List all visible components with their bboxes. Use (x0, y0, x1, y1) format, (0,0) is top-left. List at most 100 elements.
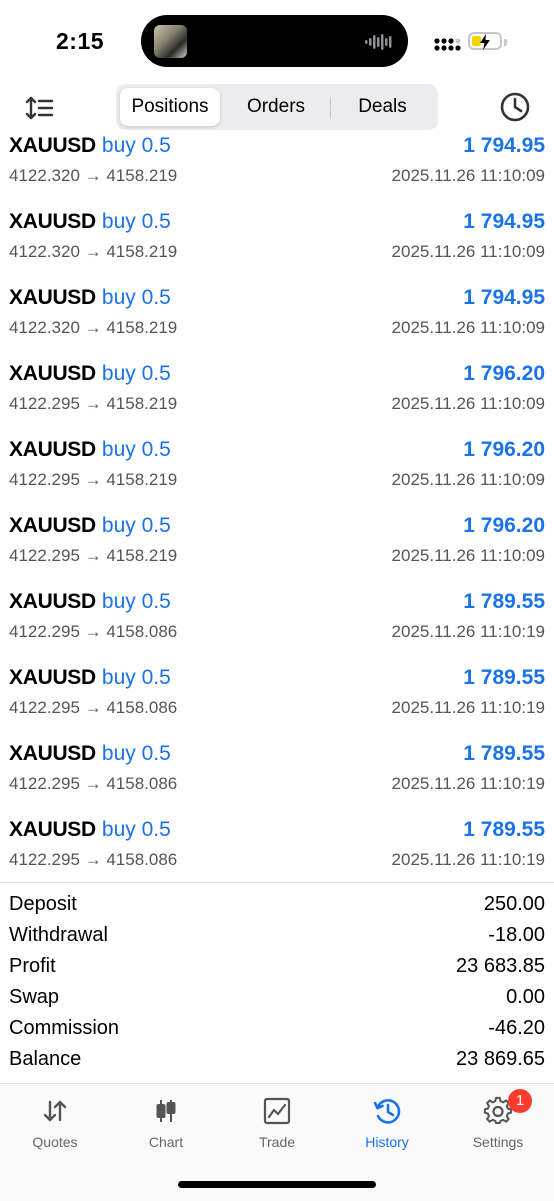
deal-prices: 4122.295 → 4158.086 (9, 698, 178, 717)
battery-icon (468, 32, 502, 50)
account-summary: Deposit 250.00 Withdrawal -18.00 Profit … (0, 893, 554, 1079)
deal-prices: 4122.320 → 4158.219 (9, 166, 178, 185)
history-icon (373, 1099, 401, 1124)
deal-row[interactable]: XAUUSD buy 0.5 1 794.95 4122.320 → 4158.2… (0, 134, 554, 206)
deal-symbol: XAUUSD (9, 438, 96, 461)
sort-button[interactable] (24, 92, 56, 124)
deal-time: 2025.11.26 11:10:19 (391, 622, 545, 641)
deal-prices: 4122.320 → 4158.219 (9, 318, 178, 337)
deal-time: 2025.11.26 11:10:19 (391, 698, 545, 717)
deal-profit: 1 789.55 (463, 666, 545, 689)
deal-side: buy 0.5 (101, 590, 171, 613)
tab-quotes[interactable]: Quotes (0, 1084, 110, 1154)
deal-time: 2025.11.26 11:10:09 (391, 394, 545, 413)
deal-side: buy 0.5 (101, 514, 171, 537)
deal-prices: 4122.295 → 4158.086 (9, 774, 178, 793)
tab-deals[interactable]: Deals (331, 88, 434, 126)
deal-prices: 4122.295 → 4158.219 (9, 394, 178, 413)
deal-profit: 1 794.95 (463, 286, 545, 309)
tab-label: Settings (472, 1134, 524, 1150)
deal-symbol: XAUUSD (9, 134, 96, 157)
trade-icon (263, 1097, 291, 1125)
tab-chart[interactable]: Chart (111, 1084, 221, 1154)
chart-icon (156, 1100, 176, 1122)
deal-profit: 1 796.20 (463, 362, 545, 385)
tab-label: Quotes (32, 1134, 78, 1150)
deal-side: buy 0.5 (101, 362, 171, 385)
deal-time: 2025.11.26 11:10:09 (391, 318, 545, 337)
deal-row[interactable]: XAUUSD buy 0.5 1 794.95 4122.320 → 4158.2… (0, 206, 554, 282)
deal-row[interactable]: XAUUSD buy 0.5 1 796.20 4122.295 → 4158.2… (0, 510, 554, 586)
summary-value: -18.00 (488, 924, 545, 946)
summary-divider (0, 882, 554, 883)
deal-symbol: XAUUSD (9, 210, 96, 233)
tab-orders[interactable]: Orders (223, 88, 329, 126)
status-indicators (432, 30, 512, 56)
summary-row-commission: Commission -46.20 (0, 1017, 554, 1048)
summary-label: Commission (9, 1017, 120, 1039)
signal-icon (434, 38, 461, 51)
deal-row[interactable]: XAUUSD buy 0.5 1 789.55 4122.295 → 4158.0… (0, 814, 554, 890)
deal-side: buy 0.5 (101, 818, 171, 841)
tab-label: Chart (148, 1134, 184, 1150)
deal-prices: 4122.295 → 4158.219 (9, 546, 178, 565)
now-playing-artwork (154, 25, 187, 58)
deal-row[interactable]: XAUUSD buy 0.5 1 789.55 4122.295 → 4158.0… (0, 586, 554, 662)
summary-row-deposit: Deposit 250.00 (0, 893, 554, 924)
deal-symbol: XAUUSD (9, 742, 96, 765)
deal-time: 2025.11.26 11:10:09 (391, 546, 545, 565)
deal-row[interactable]: XAUUSD buy 0.5 1 794.95 4122.320 → 4158.2… (0, 282, 554, 358)
deal-time: 2025.11.26 11:10:19 (391, 850, 545, 869)
summary-value: 250.00 (483, 893, 545, 915)
deal-symbol: XAUUSD (9, 286, 96, 309)
summary-value: 23 869.65 (456, 1048, 545, 1070)
deal-side: buy 0.5 (101, 134, 171, 157)
deal-symbol: XAUUSD (9, 362, 96, 385)
deal-row[interactable]: XAUUSD buy 0.5 1 796.20 4122.295 → 4158.2… (0, 434, 554, 510)
deal-profit: 1 789.55 (463, 818, 545, 841)
battery-nub (504, 39, 507, 46)
deal-profit: 1 796.20 (463, 514, 545, 537)
deal-profit: 1 794.95 (463, 210, 545, 233)
summary-label: Deposit (9, 893, 77, 915)
dynamic-island[interactable] (141, 15, 408, 67)
summary-label: Profit (9, 955, 56, 977)
summary-value: -46.20 (488, 1017, 545, 1039)
deal-symbol: XAUUSD (9, 818, 96, 841)
deal-profit: 1 796.20 (463, 438, 545, 461)
deal-prices: 4122.320 → 4158.219 (9, 242, 178, 261)
summary-row-profit: Profit 23 683.85 (0, 955, 554, 986)
tab-positions[interactable]: Positions (120, 88, 220, 126)
tab-trade[interactable]: Trade (222, 1084, 332, 1154)
deal-prices: 4122.295 → 4158.086 (9, 850, 178, 869)
deal-time: 2025.11.26 11:10:19 (391, 774, 545, 793)
deal-row[interactable]: XAUUSD buy 0.5 1 796.20 4122.295 → 4158.2… (0, 358, 554, 434)
history-header: Positions Orders Deals (0, 84, 554, 134)
deal-symbol: XAUUSD (9, 514, 96, 537)
sort-icon (25, 96, 54, 120)
deal-row[interactable]: XAUUSD buy 0.5 1 789.55 4122.295 → 4158.0… (0, 738, 554, 814)
deal-side: buy 0.5 (101, 210, 171, 233)
deal-symbol: XAUUSD (9, 590, 96, 613)
summary-label: Balance (9, 1048, 82, 1070)
deal-prices: 4122.295 → 4158.086 (9, 622, 178, 641)
summary-row-swap: Swap 0.00 (0, 986, 554, 1017)
deal-profit: 1 789.55 (463, 742, 545, 765)
deal-profit: 1 789.55 (463, 590, 545, 613)
tab-settings[interactable]: Settings (443, 1084, 553, 1154)
charging-bolt-icon (480, 34, 490, 50)
summary-row-balance: Balance 23 869.65 (0, 1048, 554, 1079)
deal-side: buy 0.5 (101, 666, 171, 689)
summary-row-withdrawal: Withdrawal -18.00 (0, 924, 554, 955)
home-indicator[interactable] (178, 1181, 376, 1188)
tab-history[interactable]: History (332, 1084, 442, 1154)
segmented-control: Positions Orders Deals (116, 84, 438, 130)
deals-list: XAUUSD buy 0.5 1 794.95 4122.320 → 4158.2… (0, 134, 554, 890)
clock-icon (500, 92, 530, 122)
summary-value: 23 683.85 (456, 955, 545, 977)
period-button[interactable] (498, 90, 532, 124)
deal-time: 2025.11.26 11:10:09 (391, 470, 545, 489)
deal-row[interactable]: XAUUSD buy 0.5 1 789.55 4122.295 → 4158.0… (0, 662, 554, 738)
tab-label: History (365, 1134, 409, 1150)
quotes-icon (43, 1100, 67, 1122)
